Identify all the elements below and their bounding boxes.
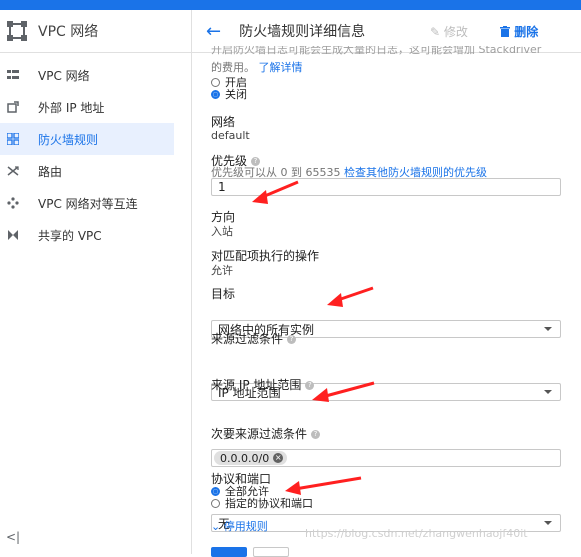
network-value: default bbox=[211, 129, 250, 142]
page-title: 防火墙规则详细信息 bbox=[239, 24, 366, 40]
chevron-down-icon bbox=[544, 390, 552, 394]
shared-vpc-icon bbox=[6, 228, 20, 242]
annotation-arrow bbox=[327, 286, 374, 307]
delete-button[interactable]: 删除 bbox=[500, 23, 538, 40]
disable-rule-toggle[interactable]: ⌄ 停用规则 bbox=[211, 518, 268, 534]
sidebar-item-label: 共享的 VPC bbox=[38, 228, 102, 243]
watermark: https://blog.csdn.net/zhangwenhaojf40it bbox=[305, 527, 528, 540]
remove-chip-icon[interactable]: × bbox=[273, 453, 284, 463]
save-button[interactable] bbox=[211, 547, 247, 557]
help-icon[interactable]: ? bbox=[311, 430, 321, 439]
cancel-button[interactable] bbox=[253, 547, 289, 557]
external-ip-icon bbox=[6, 100, 20, 114]
expand-icon: ⌄ bbox=[211, 520, 221, 533]
learn-more-link[interactable]: 了解详情 bbox=[259, 61, 303, 74]
chevron-down-icon bbox=[544, 521, 552, 525]
source-ip-label: 来源 IP 地址范围? bbox=[211, 376, 315, 393]
action-value: 允许 bbox=[211, 264, 233, 277]
sidebar-item-routes[interactable]: 路由 bbox=[0, 155, 191, 187]
edit-button[interactable]: ✎ 修改 bbox=[430, 23, 468, 40]
annotation-arrow bbox=[312, 381, 375, 402]
logs-description-cont: 的费用。 bbox=[211, 61, 255, 74]
sidebar: VPC 网络 VPC 网络 外部 IP 地址 防火墙规则 路由 VPC 网络对等… bbox=[0, 10, 192, 554]
secondary-filter-label: 次要来源过滤条件? bbox=[211, 425, 321, 442]
vpc-network-icon bbox=[6, 68, 20, 82]
routes-icon bbox=[6, 164, 20, 178]
help-icon[interactable]: ? bbox=[287, 335, 297, 344]
radio-button bbox=[211, 498, 220, 508]
sidebar-item-label: 路由 bbox=[38, 164, 63, 179]
sidebar-item-firewall[interactable]: 防火墙规则 bbox=[0, 123, 174, 155]
back-arrow-icon[interactable]: ← bbox=[206, 21, 221, 42]
annotation-arrow bbox=[285, 476, 362, 495]
chevron-down-icon bbox=[544, 327, 552, 331]
sidebar-item-label: 防火墙规则 bbox=[38, 132, 99, 147]
specified-protocols-radio[interactable]: 指定的协议和端口 bbox=[211, 495, 313, 511]
pencil-icon: ✎ bbox=[430, 24, 441, 39]
annotation-arrow bbox=[252, 180, 299, 204]
radio-button-selected bbox=[211, 89, 220, 99]
sidebar-item-shared-vpc[interactable]: 共享的 VPC bbox=[0, 219, 191, 251]
edit-button-label: 修改 bbox=[443, 24, 468, 39]
direction-value: 入站 bbox=[211, 225, 233, 238]
sidebar-item-label: VPC 网络 bbox=[38, 68, 90, 83]
sidebar-item-vpc-network[interactable]: VPC 网络 bbox=[0, 59, 191, 91]
firewall-icon bbox=[6, 132, 20, 146]
source-ip-input[interactable]: 0.0.0.0/0 × bbox=[211, 449, 561, 467]
sidebar-item-label: VPC 网络对等互连 bbox=[38, 196, 138, 211]
sidebar-header: VPC 网络 bbox=[0, 10, 191, 53]
target-label: 目标 bbox=[211, 287, 236, 301]
logs-off-radio[interactable]: 关闭 bbox=[211, 86, 247, 102]
details-panel: 开启防火墙日志可能会生成大量的日志，这可能会增加 Stackdriver 的费用… bbox=[211, 46, 563, 533]
vpc-logo-icon bbox=[6, 20, 28, 42]
peering-icon bbox=[6, 196, 20, 210]
ip-range-chip: 0.0.0.0/0 × bbox=[214, 451, 288, 465]
delete-button-label: 删除 bbox=[514, 24, 539, 39]
collapse-sidebar-icon[interactable]: <| bbox=[6, 530, 20, 544]
sidebar-title: VPC 网络 bbox=[38, 24, 99, 40]
top-bar bbox=[0, 0, 581, 10]
sidebar-item-label: 外部 IP 地址 bbox=[38, 100, 105, 115]
logs-description: 开启防火墙日志可能会生成大量的日志，这可能会增加 Stackdriver bbox=[211, 46, 542, 56]
trash-icon bbox=[500, 25, 514, 39]
sidebar-item-external-ip[interactable]: 外部 IP 地址 bbox=[0, 91, 191, 123]
sidebar-item-peering[interactable]: VPC 网络对等互连 bbox=[0, 187, 191, 219]
network-label: 网络 bbox=[211, 115, 236, 129]
source-filter-label: 来源过滤条件? bbox=[211, 330, 297, 347]
